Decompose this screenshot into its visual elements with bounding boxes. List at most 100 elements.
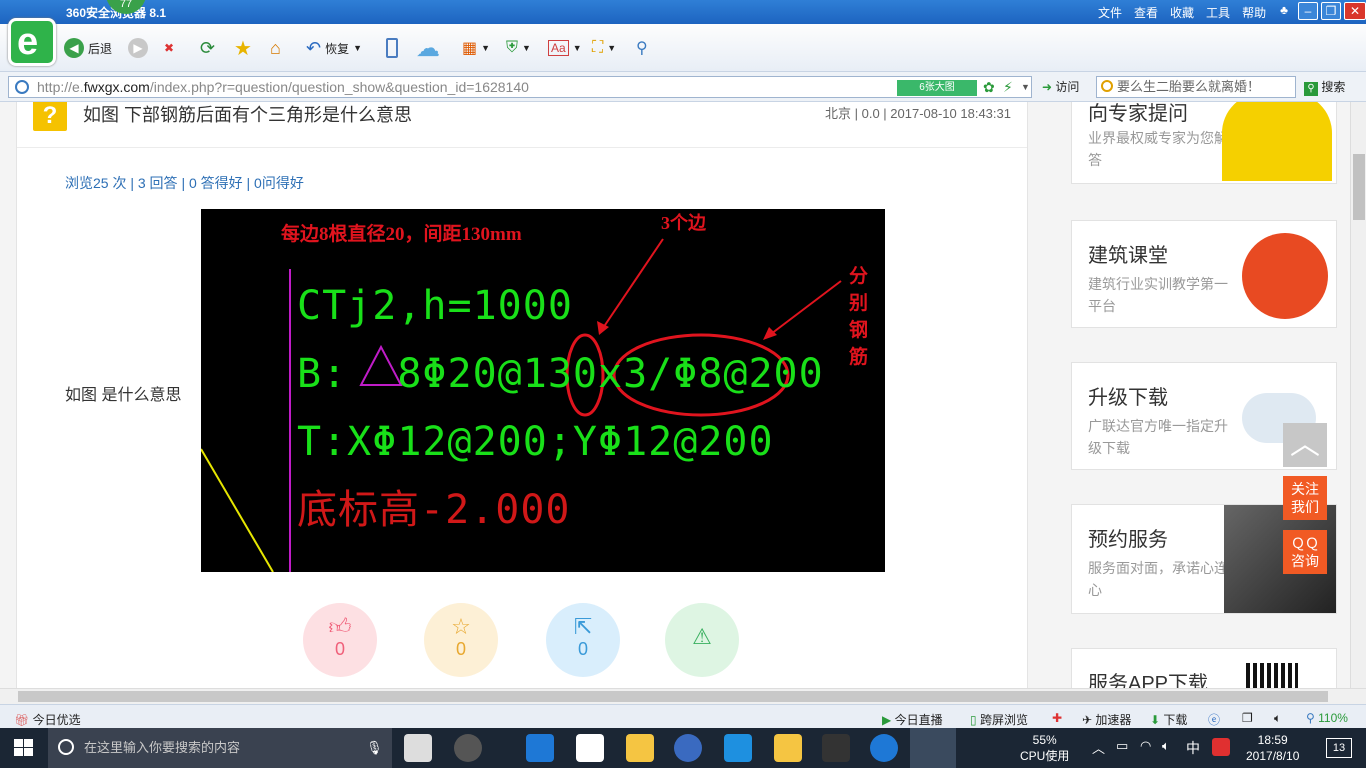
translate-button[interactable]: Aa ▼ <box>548 36 582 60</box>
qq-consult-button[interactable]: ＱＱ 咨询 <box>1283 530 1327 574</box>
favorite-action-button[interactable]: ☆ 0 <box>424 603 498 677</box>
today-picks[interactable]: 🎁︎ 今日优选 <box>14 711 81 728</box>
active-browser-icon[interactable] <box>910 728 956 768</box>
home-button[interactable]: ⌂ <box>270 36 281 60</box>
restore-button[interactable]: ↶ 恢复 ▼ <box>306 36 362 60</box>
browser-logo[interactable]: e <box>8 18 56 66</box>
menu-file[interactable]: 文件 <box>1098 4 1122 21</box>
sidebar-card-classroom[interactable]: 建筑课堂 建筑行业实训教学第一平台 <box>1071 220 1337 328</box>
download-button[interactable]: ⬇ 下载 <box>1150 711 1187 728</box>
close-button[interactable]: ✕ <box>1344 2 1366 20</box>
classroom-logo-icon <box>1242 233 1328 319</box>
volume-icon[interactable]: 🔈︎ <box>1274 711 1281 726</box>
share-button[interactable]: ⇱ 0 <box>546 603 620 677</box>
window-icon[interactable]: ❐ <box>1242 711 1253 725</box>
notes-icon[interactable] <box>774 734 802 762</box>
back-to-top-button[interactable]: ︿ <box>1283 423 1327 467</box>
url-input[interactable]: http://e.fwxgx.com/index.php?r=question/… <box>8 76 1032 98</box>
today-picks-label: 今日优选 <box>32 713 81 727</box>
sidebar-card-title: 向专家提问 <box>1088 103 1188 125</box>
phone-button[interactable] <box>386 36 398 60</box>
menu-view[interactable]: 查看 <box>1134 4 1158 21</box>
question-stats[interactable]: 浏览25 次 | 3 回答 | 0 答得好 | 0问得好 <box>65 173 304 193</box>
cad-line-1: CTj2,h=1000 <box>297 283 573 329</box>
url-dropdown-icon[interactable]: ▼ <box>1021 77 1030 97</box>
big-image-button[interactable]: 6张大图 <box>897 80 977 96</box>
live-button[interactable]: ▶ 今日直播 <box>882 711 943 728</box>
app-icon[interactable] <box>674 734 702 762</box>
skin-icon[interactable]: ♣ <box>1274 2 1294 20</box>
app-icon[interactable] <box>724 734 752 762</box>
wifi-icon[interactable]: ◠ <box>1140 738 1151 754</box>
menu-favorites[interactable]: 收藏 <box>1170 4 1194 21</box>
ie-icon[interactable]: ⓔ <box>1208 711 1220 728</box>
accelerator-button[interactable]: ✈ 加速器 <box>1082 711 1131 728</box>
cross-screen-label: 跨屏浏览 <box>979 713 1028 727</box>
url-prefix: http://e. <box>37 79 84 95</box>
file-explorer-icon[interactable] <box>626 734 654 762</box>
glodon-icon[interactable] <box>870 734 898 762</box>
sidebar-card-app[interactable]: 服务APP下载 <box>1071 648 1337 688</box>
horizontal-scrollbar[interactable] <box>0 688 1366 704</box>
sidebar-card-desc: 广联达官方唯一指定升级下载 <box>1088 418 1228 456</box>
plus-icon[interactable]: ✚ <box>1052 711 1062 725</box>
sidebar-card-title: 预约服务 <box>1088 529 1168 551</box>
microphone-icon[interactable]: 🎙︎ <box>366 728 383 768</box>
back-button[interactable]: ◀ 后退 <box>64 36 112 60</box>
windows-start-icon[interactable] <box>14 739 34 757</box>
minimize-button[interactable]: – <box>1298 2 1318 20</box>
arrow-head-2 <box>763 327 777 340</box>
sogou-icon[interactable] <box>1212 738 1230 756</box>
scroll-thumb[interactable] <box>1353 154 1365 220</box>
vertical-scrollbar[interactable] <box>1350 102 1366 688</box>
refresh-button[interactable]: ⟳ <box>200 36 215 60</box>
cpu-usage[interactable]: 55% CPU使用 <box>1020 732 1069 764</box>
zoom-button[interactable]: ⚲ <box>636 36 648 60</box>
dropdown-icon: ▼ <box>522 43 531 53</box>
chevron-up-icon[interactable]: ︿ <box>1092 738 1105 757</box>
cross-screen-button[interactable]: ▯ 跨屏浏览 <box>970 711 1028 728</box>
menu-tools[interactable]: 工具 <box>1206 4 1230 21</box>
zoom-level[interactable]: ⚲ 110% <box>1306 711 1348 725</box>
apps-button[interactable]: ▦ ▼ <box>462 36 490 60</box>
speaker-icon[interactable]: 🔈︎ <box>1162 738 1170 754</box>
taskbar-search-placeholder: 在这里输入你要搜索的内容 <box>84 740 241 755</box>
store-icon[interactable] <box>576 734 604 762</box>
favorite-button[interactable]: ★ <box>234 36 252 60</box>
forward-button[interactable]: ▶ <box>128 36 148 60</box>
share-count: 0 <box>577 639 588 659</box>
follow-us-button[interactable]: 关注 我们 <box>1283 476 1327 520</box>
like-count: 0 <box>334 639 345 659</box>
search-input[interactable]: 要么生二胎要么就离婚！ <box>1096 76 1296 98</box>
scroll-thumb[interactable] <box>18 691 1328 702</box>
lightning-icon[interactable]: ⚡ <box>1003 77 1013 97</box>
sidebar-card-expert[interactable]: 向专家提问 业界最权威专家为您解答 <box>1071 102 1337 184</box>
cloud-button[interactable]: ☁ <box>416 35 440 62</box>
stop-button[interactable]: ✖ <box>164 36 174 60</box>
like-button[interactable]: 👍︎ 0 <box>303 603 377 677</box>
sidebar-card-title: 建筑课堂 <box>1088 245 1168 267</box>
taskbar-search-input[interactable]: 在这里输入你要搜索的内容 🎙︎ <box>48 728 392 768</box>
dropdown-icon: ▼ <box>607 43 617 53</box>
report-button[interactable]: ⚠ <box>665 603 739 677</box>
cortana-icon <box>58 739 74 755</box>
task-view-icon[interactable] <box>404 734 432 762</box>
network-icon[interactable]: ▭ <box>1116 738 1128 754</box>
menu-help[interactable]: 帮助 <box>1242 4 1266 21</box>
search-button[interactable]: ⚲ 搜索 <box>1304 78 1345 96</box>
maximize-button[interactable]: ❐ <box>1321 2 1341 20</box>
translate-icon: Aa <box>548 40 569 56</box>
security-button[interactable]: ⛨ ▼ <box>506 36 531 60</box>
clock[interactable]: 18:59 2017/8/10 <box>1246 732 1299 764</box>
notification-center[interactable]: 13 <box>1326 738 1352 758</box>
cad-screenshot[interactable]: 每边8根直径20，间距130mm 3个边 分别钢筋 CTj2,h=1000 B:… <box>201 209 885 572</box>
edge-icon[interactable] <box>526 734 554 762</box>
compat-icon[interactable]: ✿ <box>983 77 995 97</box>
screenshot-button[interactable]: ⛶ ▼ <box>592 36 616 60</box>
ime-indicator[interactable]: 中 <box>1186 738 1200 758</box>
help-icon[interactable] <box>822 734 850 762</box>
question-mark-icon: ? <box>33 102 67 131</box>
download-label: 下载 <box>1163 713 1188 727</box>
app-360-icon[interactable] <box>454 734 482 762</box>
visit-button[interactable]: ➜ 访问 <box>1042 78 1079 95</box>
